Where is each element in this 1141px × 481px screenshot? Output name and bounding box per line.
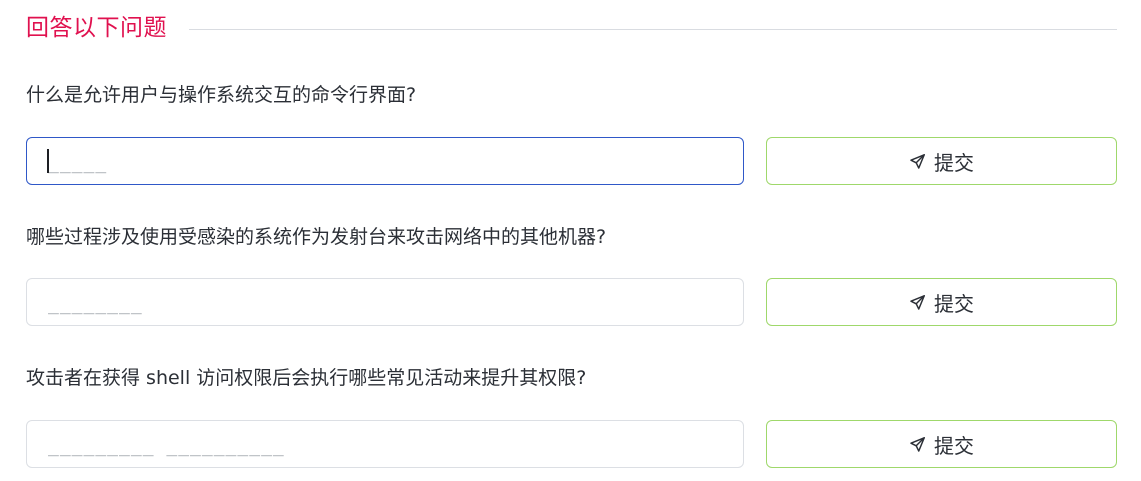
- submit-3-button[interactable]: 提交: [766, 420, 1117, 468]
- send-icon: [910, 294, 925, 310]
- send-icon: [910, 436, 925, 452]
- submit-1-button[interactable]: 提交: [766, 137, 1117, 185]
- answer-2-input[interactable]: [26, 278, 744, 326]
- question-3-text: 攻击者在获得 shell 访问权限后会执行哪些常见活动来提升其权限?: [26, 367, 587, 389]
- section-header: 回答以下问题: [26, 8, 1117, 48]
- answer-3-input[interactable]: [26, 420, 744, 468]
- question-2-text: 哪些过程涉及使用受感染的系统作为发射台来攻击网络中的其他机器?: [26, 226, 607, 248]
- answer-1-input[interactable]: [26, 137, 744, 185]
- submit-2-button[interactable]: 提交: [766, 278, 1117, 326]
- submit-1-label: 提交: [934, 152, 974, 175]
- submit-3-label: 提交: [934, 435, 974, 458]
- submit-2-label: 提交: [934, 293, 974, 316]
- question-1-text: 什么是允许用户与操作系统交互的命令行界面?: [26, 84, 417, 106]
- send-icon: [910, 153, 925, 169]
- section-title: 回答以下问题: [26, 15, 167, 41]
- section-divider: [189, 28, 1117, 30]
- question-panel: 回答以下问题 什么是允许用户与操作系统交互的命令行界面? 提交 哪些过程涉及使用…: [0, 0, 1141, 481]
- text-caret: [47, 149, 49, 173]
